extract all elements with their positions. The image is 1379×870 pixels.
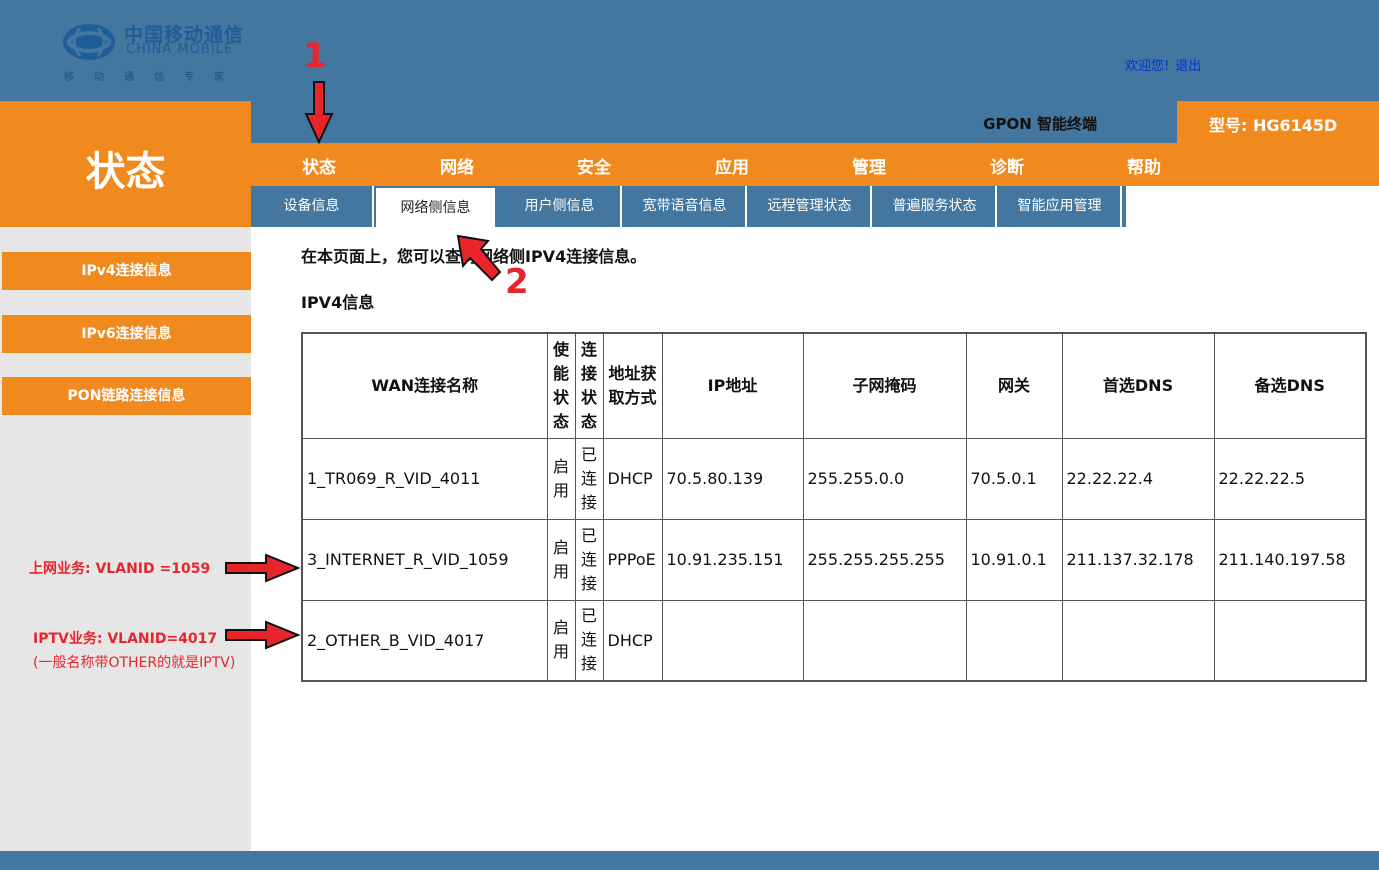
table-header-row: WAN连接名称 使能状态 连接状态 地址获取方式 IP地址 子网掩码 网关 首选…: [301, 332, 1367, 439]
cell-gateway: [965, 599, 1063, 682]
col-gateway: 网关: [965, 332, 1063, 439]
sub-nav: 设备信息 网络侧信息 用户侧信息 宽带语音信息 远程管理状态 普遍服务状态 智能…: [251, 186, 1126, 227]
model-label: 型号: HG6145D: [1209, 116, 1338, 135]
cell-address-method: DHCP: [602, 437, 663, 520]
cell-enable-status: 启用: [546, 518, 576, 601]
col-wan-name: WAN连接名称: [301, 332, 548, 439]
cell-ip-address: 10.91.235.151: [661, 518, 804, 601]
col-address-method: 地址获取方式: [602, 332, 663, 439]
nav-help[interactable]: 帮助: [1094, 153, 1194, 178]
product-name: GPON 智能终端: [983, 115, 1097, 133]
sidebar-item-ipv4[interactable]: IPv4连接信息: [2, 252, 251, 290]
annotation-step-2: 2: [505, 262, 529, 302]
nav-diagnosis[interactable]: 诊断: [957, 153, 1057, 178]
cell-subnet-mask: [802, 599, 967, 682]
sidebar: IPv4连接信息 IPv6连接信息 PON链路连接信息: [0, 227, 251, 851]
brand-slogan: 移动通信专家: [64, 72, 244, 83]
annotation-internet-vlan: 上网业务: VLANID =1059: [29, 561, 211, 577]
product-bar: GPON 智能终端: [251, 101, 1177, 143]
col-subnet-mask: 子网掩码: [802, 332, 967, 439]
annotation-iptv-note: (一般名称带OTHER的就是IPTV): [33, 655, 236, 671]
cell-primary-dns: 211.137.32.178: [1061, 518, 1215, 601]
cell-gateway: 10.91.0.1: [965, 518, 1063, 601]
cell-subnet-mask: 255.255.0.0: [802, 437, 967, 520]
nav-status[interactable]: 状态: [269, 153, 369, 178]
cell-connection-status: 已连接: [574, 518, 604, 601]
brand-name-en: CHINA MOBILE: [126, 42, 234, 57]
welcome-text: 欢迎您!: [1125, 59, 1170, 74]
cell-ip-address: [661, 599, 804, 682]
china-mobile-emblem-icon: [63, 24, 115, 60]
tab-voice-info[interactable]: 宽带语音信息: [624, 186, 747, 227]
cell-connection-status: 已连接: [574, 437, 604, 520]
nav-network[interactable]: 网络: [407, 153, 507, 178]
col-connection-status: 连接状态: [574, 332, 604, 439]
cell-secondary-dns: 211.140.197.58: [1213, 518, 1367, 601]
top-header: 中国移动通信 CHINA MOBILE 移动通信专家 欢迎您! 退出: [0, 0, 1379, 101]
tab-remote-mgmt-status[interactable]: 远程管理状态: [749, 186, 872, 227]
ipv4-heading: IPV4信息: [301, 293, 375, 312]
sidebar-item-pon[interactable]: PON链路连接信息: [2, 377, 251, 415]
sidebar-item-ipv6[interactable]: IPv6连接信息: [2, 315, 251, 353]
cell-wan-name: 2_OTHER_B_VID_4017: [301, 599, 548, 682]
welcome-area: 欢迎您! 退出: [1125, 55, 1201, 74]
cell-primary-dns: [1061, 599, 1215, 682]
section-title: 状态: [85, 149, 166, 195]
col-ip-address: IP地址: [661, 332, 804, 439]
tab-smart-app-mgmt[interactable]: 智能应用管理: [999, 186, 1122, 227]
cell-wan-name: 3_INTERNET_R_VID_1059: [301, 518, 548, 601]
nav-management[interactable]: 管理: [819, 153, 919, 178]
logout-link[interactable]: 退出: [1175, 59, 1201, 74]
cell-connection-status: 已连接: [574, 599, 604, 682]
tab-universal-service-status[interactable]: 普遍服务状态: [874, 186, 997, 227]
cell-subnet-mask: 255.255.255.255: [802, 518, 967, 601]
section-title-box: 状态: [0, 101, 251, 227]
col-secondary-dns: 备选DNS: [1213, 332, 1367, 439]
col-primary-dns: 首选DNS: [1061, 332, 1215, 439]
table-row: 3_INTERNET_R_VID_1059 启用 已连接 PPPoE 10.91…: [301, 518, 1367, 601]
page-description: 在本页面上，您可以查询网络侧IPV4连接信息。: [301, 247, 647, 266]
cell-enable-status: 启用: [546, 599, 576, 682]
cell-ip-address: 70.5.80.139: [661, 437, 804, 520]
china-mobile-logo: 中国移动通信 CHINA MOBILE 移动通信专家: [60, 18, 270, 88]
cell-secondary-dns: [1213, 599, 1367, 682]
nav-application[interactable]: 应用: [682, 153, 782, 178]
nav-security[interactable]: 安全: [544, 153, 644, 178]
cell-address-method: PPPoE: [602, 518, 663, 601]
cell-gateway: 70.5.0.1: [965, 437, 1063, 520]
cell-address-method: DHCP: [602, 599, 663, 682]
wan-connection-table: WAN连接名称 使能状态 连接状态 地址获取方式 IP地址 子网掩码 网关 首选…: [301, 332, 1367, 682]
main-nav: 状态 网络 安全 应用 管理 诊断 帮助: [251, 143, 1379, 186]
cell-primary-dns: 22.22.22.4: [1061, 437, 1215, 520]
tab-user-side-info[interactable]: 用户侧信息: [499, 186, 622, 227]
annotation-iptv-vlan: IPTV业务: VLANID=4017: [33, 631, 218, 647]
tab-device-info[interactable]: 设备信息: [251, 186, 374, 227]
table-row: 1_TR069_R_VID_4011 启用 已连接 DHCP 70.5.80.1…: [301, 437, 1367, 520]
col-enable-status: 使能状态: [546, 332, 576, 439]
model-box: 型号: HG6145D: [1177, 101, 1379, 143]
annotation-step-1: 1: [303, 36, 327, 76]
cell-secondary-dns: 22.22.22.5: [1213, 437, 1367, 520]
cell-wan-name: 1_TR069_R_VID_4011: [301, 437, 548, 520]
tab-network-side-info[interactable]: 网络侧信息: [374, 186, 497, 227]
table-row: 2_OTHER_B_VID_4017 启用 已连接 DHCP: [301, 599, 1367, 682]
cell-enable-status: 启用: [546, 437, 576, 520]
footer-bar: [0, 851, 1379, 870]
